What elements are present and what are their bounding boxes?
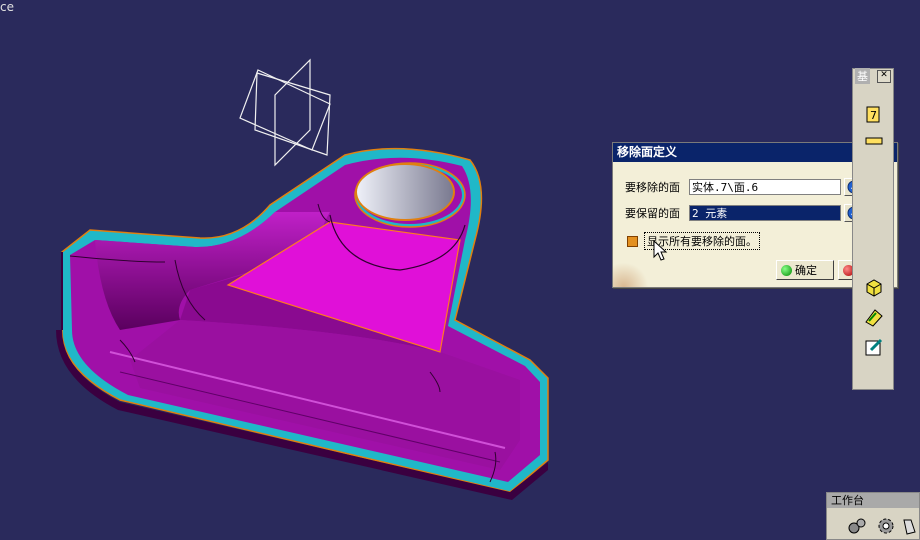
- right-toolbar-close-button[interactable]: ✕: [877, 69, 891, 83]
- faces-to-remove-row: 要移除的面 实体.7\面.6: [625, 178, 864, 196]
- ok-label: 确定: [795, 264, 817, 277]
- face-tool-2-icon[interactable]: [862, 129, 886, 153]
- faces-to-remove-label: 要移除的面: [625, 181, 680, 194]
- dialog-title: 移除面定义: [617, 145, 678, 159]
- show-all-row: 显示所有要移除的面。: [627, 232, 760, 250]
- ok-icon: [781, 264, 792, 276]
- workbench-toolbar: 工作台: [826, 492, 920, 540]
- tool-icon[interactable]: [899, 515, 920, 537]
- face-tool-icon[interactable]: 7: [862, 103, 886, 127]
- dialog-decoration: [613, 263, 649, 287]
- svg-text:7: 7: [870, 109, 877, 122]
- mouse-cursor-icon: [653, 240, 668, 261]
- faces-to-keep-row: 要保留的面 2 元素: [625, 204, 864, 222]
- draft-tool-icon[interactable]: [862, 305, 886, 329]
- workbench-toolbar-title: 工作台: [827, 493, 919, 508]
- faces-to-remove-field[interactable]: 实体.7\面.6: [689, 179, 841, 195]
- show-all-checkbox[interactable]: [627, 235, 638, 247]
- right-toolbar-title: 基: [855, 68, 870, 84]
- gears-icon[interactable]: [845, 515, 867, 537]
- edit-tool-icon[interactable]: [862, 335, 886, 359]
- part-model[interactable]: [56, 147, 549, 500]
- ok-button[interactable]: 确定: [776, 260, 834, 280]
- faces-to-keep-field[interactable]: 2 元素: [689, 205, 841, 221]
- right-toolbar: 基 ✕ 7: [852, 68, 894, 390]
- cube-tool-icon[interactable]: [862, 275, 886, 299]
- axis-system-icon: [239, 58, 331, 167]
- gear-icon[interactable]: [875, 515, 897, 537]
- faces-to-keep-label: 要保留的面: [625, 207, 680, 220]
